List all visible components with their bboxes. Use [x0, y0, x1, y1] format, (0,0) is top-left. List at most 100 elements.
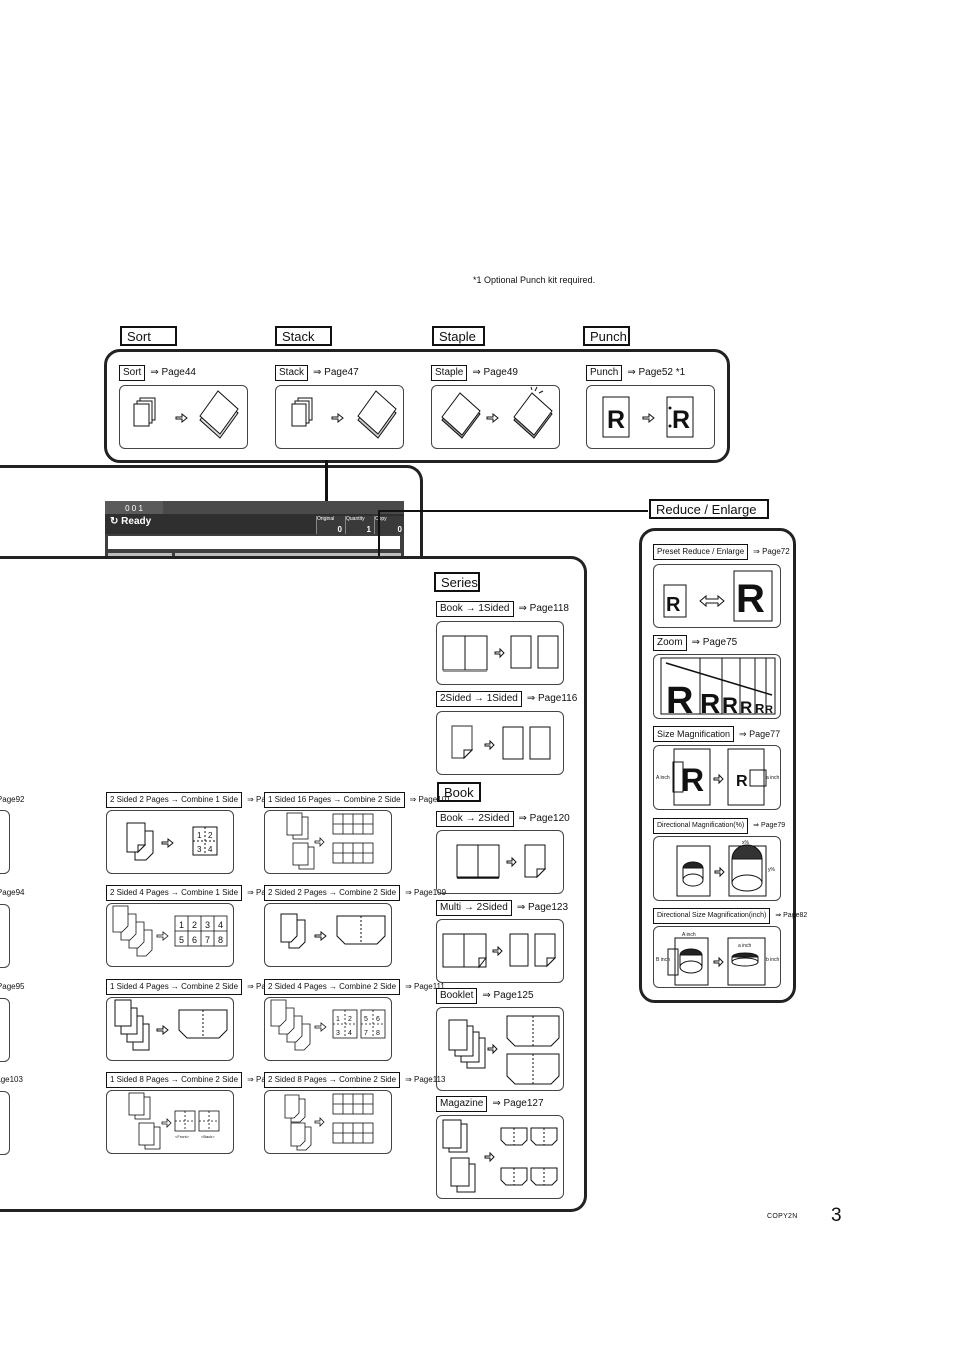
svg-text:4: 4	[208, 845, 213, 854]
page-ref: ⇒ Page44	[150, 367, 196, 378]
stack-illustration	[275, 385, 404, 449]
combine-illustration-7: <Front> <Back>	[106, 1090, 234, 1154]
label-zoom: Zoom	[653, 635, 687, 651]
page-ref: ⇒ Page49	[472, 367, 518, 378]
combine-illustration-5	[106, 997, 234, 1061]
svg-text:R: R	[700, 688, 720, 718]
size-magnification-illustration: R A inch R a inch	[653, 745, 781, 810]
tab-reduce-enlarge: Reduce / Enlarge	[649, 499, 769, 519]
svg-text:7: 7	[205, 935, 210, 945]
book-item-magazine: Magazine ⇒ Page127	[436, 1096, 544, 1112]
combine-item-2: 1 Sided 16 Pages → Combine 2 Side ⇒ Page1…	[264, 792, 451, 808]
screen-tab[interactable]: 0 0 1	[105, 501, 163, 515]
finishing-item-stack: Stack ⇒ Page47	[275, 365, 359, 381]
combine-item-7: 1 Sided 8 Pages → Combine 2 Side⇒ Page99	[106, 1072, 284, 1088]
svg-text:R: R	[736, 577, 765, 621]
book-item-book-2sided: Book → 2Sided ⇒ Page120	[436, 811, 570, 827]
svg-text:3: 3	[197, 845, 202, 854]
panel-mask	[0, 553, 420, 751]
counter-value: 1	[366, 525, 371, 534]
page-ref: ⇒ Page118	[518, 603, 569, 614]
svg-text:R: R	[607, 406, 625, 434]
front-label: <Front>	[175, 1134, 190, 1139]
counter-value: 0	[337, 525, 342, 534]
counter-value: 0	[397, 525, 402, 534]
page-ref: ⇒ Page79	[753, 822, 786, 829]
b-small-inch-label: b inch	[766, 957, 780, 963]
tab-staple: Staple	[432, 326, 485, 346]
label-book-to-2sided: Book → 2Sided	[436, 811, 514, 827]
combine-label: 2 Sided 8 Pages → Combine 2 Side	[264, 1072, 401, 1088]
finishing-item-staple: Staple ⇒ Page49	[431, 365, 518, 381]
svg-text:3: 3	[336, 1030, 340, 1037]
svg-text:7: 7	[364, 1030, 368, 1037]
sort-illustration	[119, 385, 248, 449]
combine-item-8: 2 Sided 8 Pages → Combine 2 Side ⇒ Page11…	[264, 1072, 445, 1088]
combine-label: 2 Sided 2 Pages → Combine 1 Side	[106, 792, 243, 808]
combine-item-1: 2 Sided 2 Pages → Combine 1 Side⇒ Page10…	[106, 792, 288, 808]
partial-card-3	[0, 998, 10, 1062]
page-ref: ⇒ Page75	[691, 637, 738, 648]
label-2sided-to-1sided: 2Sided → 1Sided	[436, 691, 522, 707]
series-item-book-1sided: Book → 1Sided ⇒ Page118	[436, 601, 569, 617]
partial-card-2	[0, 904, 10, 968]
svg-text:R: R	[666, 680, 693, 718]
combine-illustration-6: 1 2 3 4 5 6 7 8	[264, 997, 392, 1061]
tab-sort: Sort	[120, 326, 177, 346]
svg-text:5: 5	[179, 935, 184, 945]
screen-tab-strip	[163, 501, 404, 515]
a-small-inch-label: a inch	[738, 943, 752, 949]
partial-ref-2: ⇒ Page94	[0, 888, 25, 897]
combine-illustration-3: 1234 5678	[106, 903, 234, 967]
tab-punch: Punch	[583, 326, 630, 346]
document-code: COPY2N	[767, 1213, 798, 1220]
page-ref: ⇒ Page47	[313, 367, 359, 378]
svg-text:6: 6	[192, 935, 197, 945]
page-ref: ⇒ Page116	[526, 693, 578, 704]
svg-text:R: R	[765, 704, 773, 716]
re-item-zoom: Zoom ⇒ Page75	[653, 635, 737, 651]
combine-label: 2 Sided 4 Pages → Combine 2 Side	[264, 979, 401, 995]
combine-label: 2 Sided 4 Pages → Combine 1 Side	[106, 885, 243, 901]
a-inch-label: A inch	[682, 932, 696, 938]
combine-item-6: 2 Sided 4 Pages → Combine 2 Side ⇒ Page11…	[264, 979, 445, 995]
label-multi-to-2sided: Multi → 2Sided	[436, 900, 512, 916]
re-item-preset: Preset Reduce / Enlarge ⇒ Page72	[653, 544, 790, 560]
counter-label: Quantity	[346, 516, 365, 522]
page-ref: ⇒ Page77	[739, 729, 781, 739]
message-bar	[108, 536, 400, 549]
screen-header: ↻ Ready Original 0 Quantity 1 Copy 0	[105, 514, 404, 534]
page-ref: ⇒ Page120	[518, 813, 570, 824]
label-staple: Staple	[431, 365, 468, 381]
svg-text:R: R	[755, 701, 765, 716]
staple-illustration	[431, 385, 560, 449]
partial-ref-1: ⇒ Page92	[0, 795, 25, 804]
partial-card-4	[0, 1091, 10, 1155]
page-ref: ⇒ Page127	[492, 1098, 544, 1109]
label-punch: Punch	[586, 365, 623, 381]
svg-text:R: R	[681, 762, 704, 798]
page-ref: ⇒ Page101	[409, 795, 451, 804]
book-item-multi-2sided: Multi → 2Sided ⇒ Page123	[436, 900, 568, 916]
re-item-dir-mag: Directional Magnification(%) ⇒ Page79	[653, 818, 785, 834]
counter-quantity: Quantity 1	[345, 516, 374, 534]
svg-text:R: R	[722, 693, 738, 718]
label-directional-size-magnification: Directional Size Magnification(inch)	[653, 908, 771, 924]
label-size-magnification: Size Magnification	[653, 726, 735, 742]
2sided-to-1sided-illustration	[436, 711, 564, 775]
svg-text:8: 8	[376, 1030, 380, 1037]
combine-label: 2 Sided 2 Pages → Combine 2 Side	[264, 885, 401, 901]
svg-text:1: 1	[197, 831, 202, 840]
combine-item-3: 2 Sided 4 Pages → Combine 1 Side⇒ Page10…	[106, 885, 288, 901]
magazine-illustration	[436, 1115, 564, 1199]
finishing-item-punch: Punch ⇒ Page52 *1	[586, 365, 685, 381]
combine-item-4: 2 Sided 2 Pages → Combine 2 Side ⇒ Page10…	[264, 885, 446, 901]
series-item-2sided-1sided: 2Sided → 1Sided ⇒ Page116	[436, 691, 577, 707]
counter-label: Copy	[375, 516, 387, 522]
combine-illustration-4	[264, 903, 392, 967]
svg-text:R: R	[736, 773, 748, 790]
zoom-illustration: RRRRRR	[653, 654, 781, 719]
y-percent-label: y%	[768, 867, 776, 873]
partial-ref-4: ⇒ Page103	[0, 1075, 23, 1084]
combine-illustration-1: 1234	[106, 810, 234, 874]
